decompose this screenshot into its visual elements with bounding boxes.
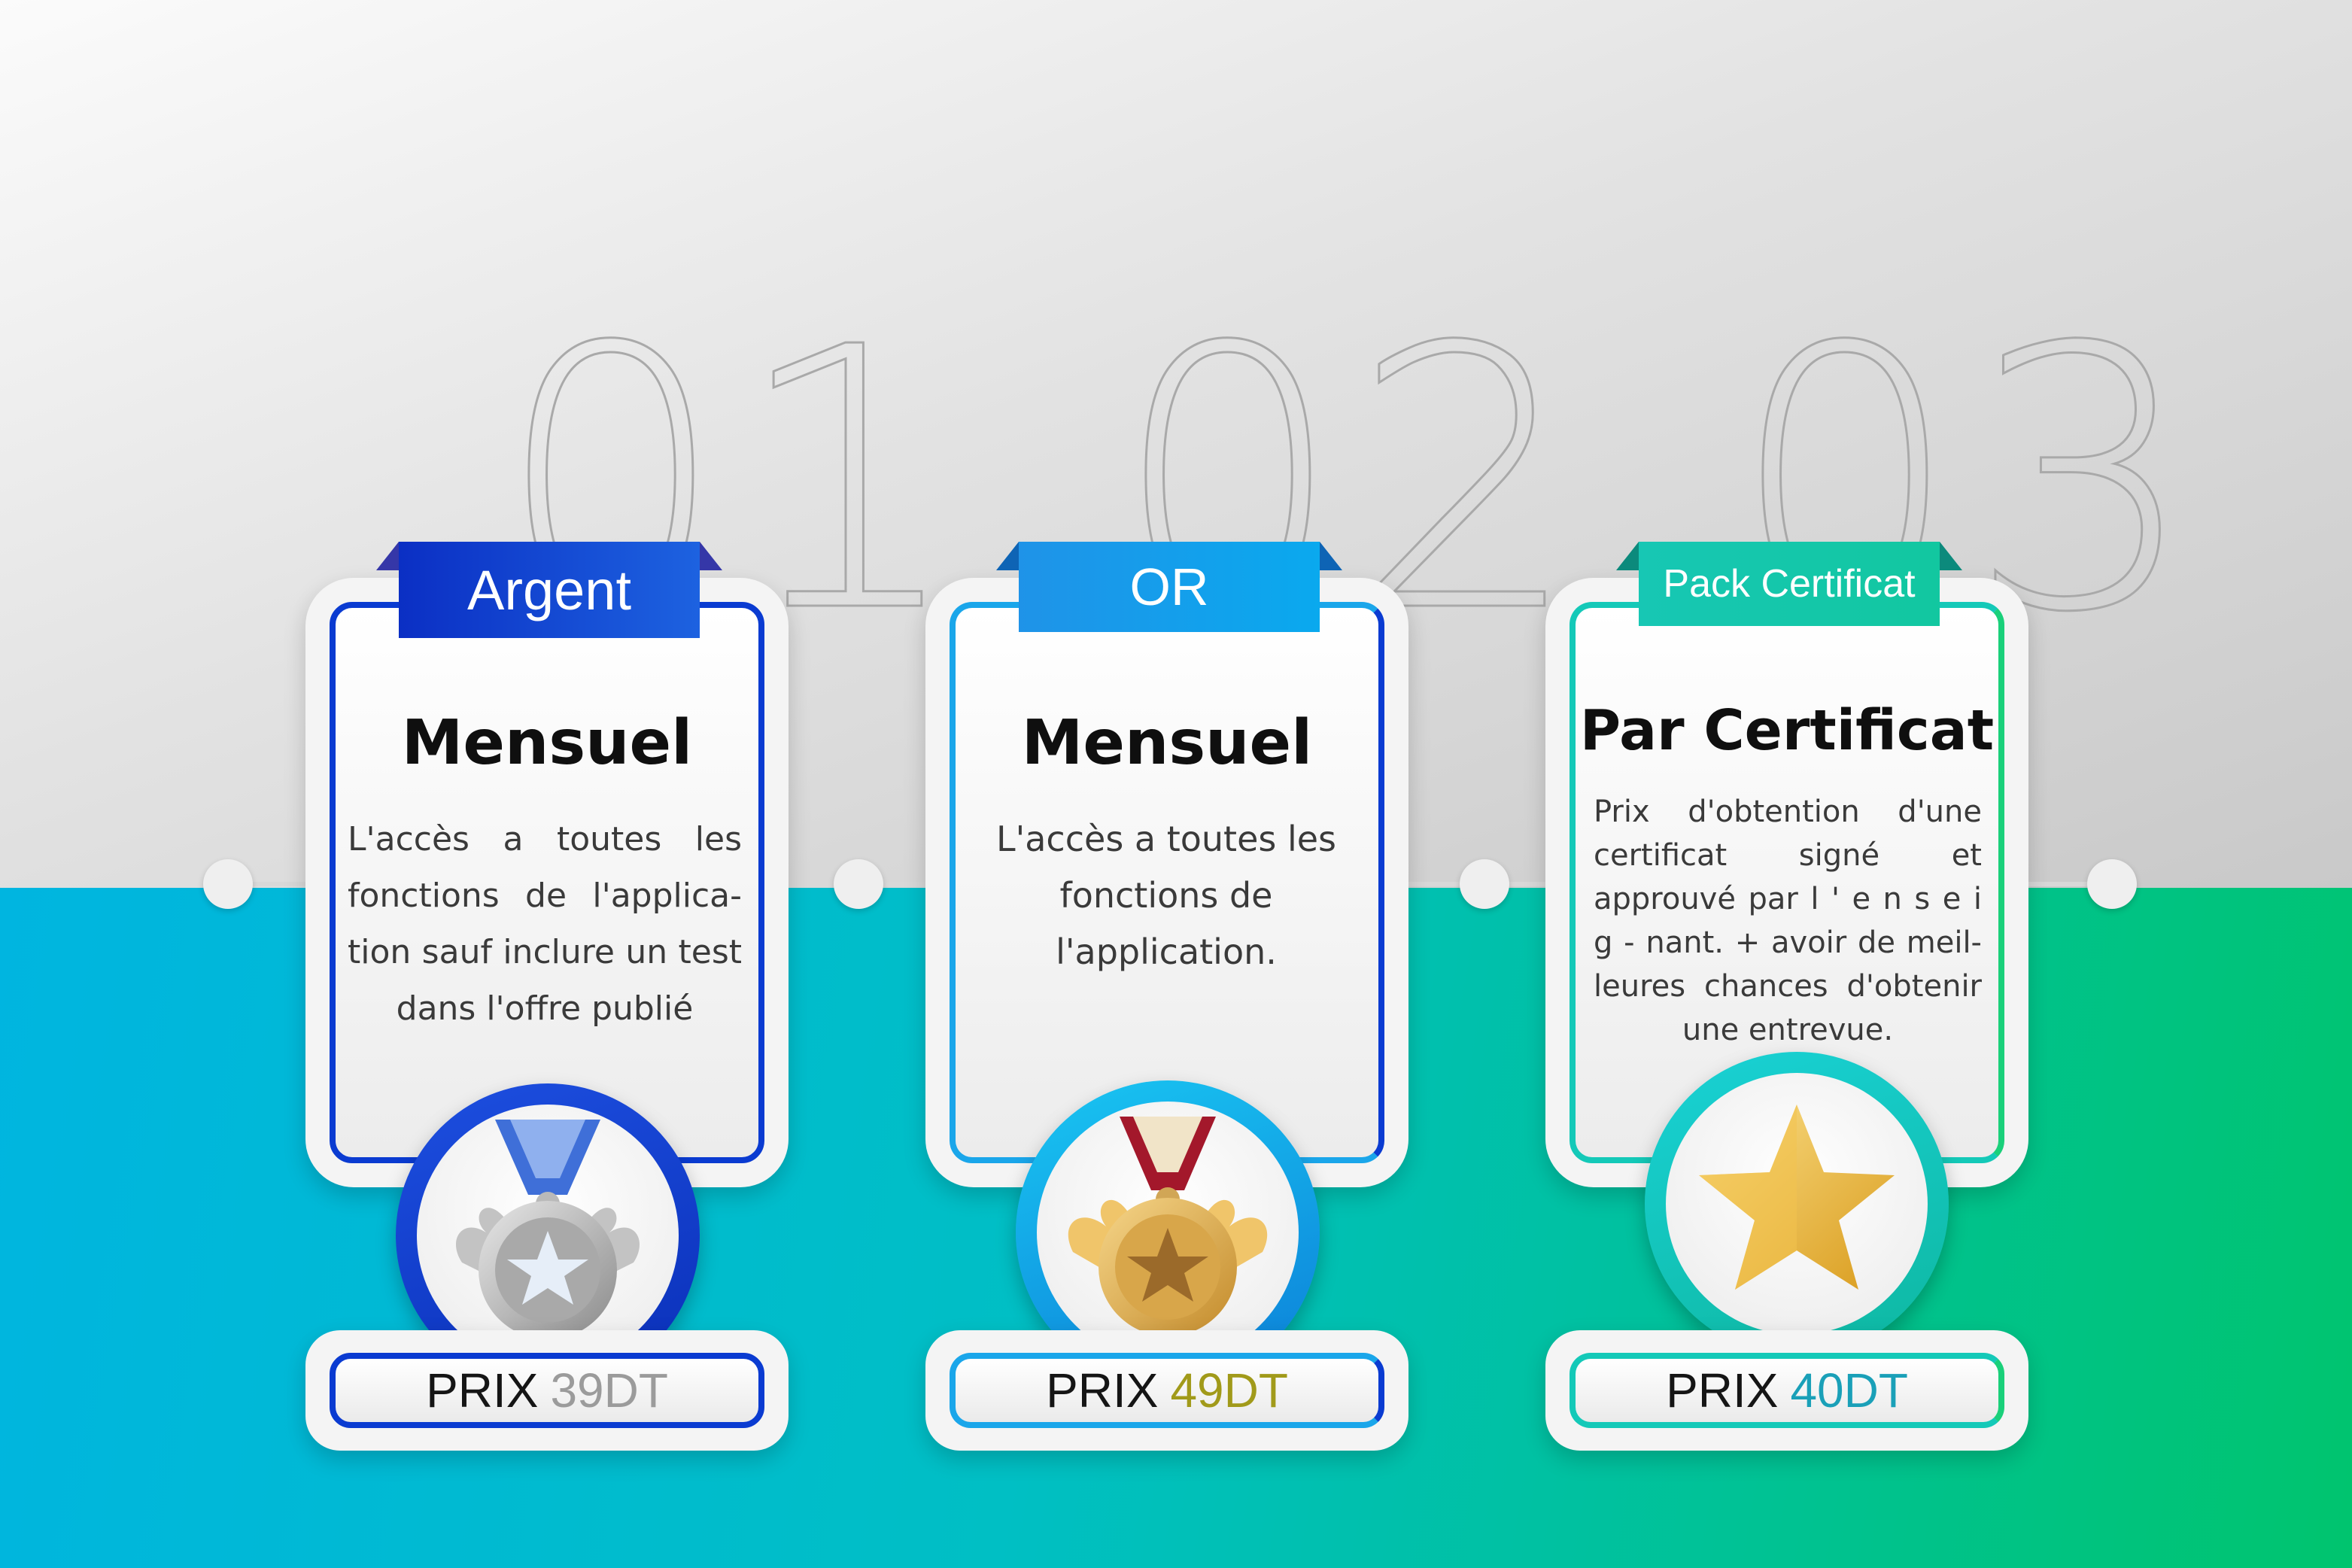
price-label: PRIX xyxy=(1046,1363,1159,1418)
timeline-dot xyxy=(834,859,883,909)
price-frame: PRIX 39DT xyxy=(330,1353,764,1428)
ribbon-or: OR xyxy=(996,542,1342,632)
ribbon-pack-certificat: Pack Certificat xyxy=(1616,542,1962,626)
price-box-or: PRIX 49DT xyxy=(925,1330,1408,1451)
silver-medal-icon xyxy=(455,1120,640,1339)
price-label: PRIX xyxy=(1666,1363,1779,1418)
plan-title: Mensuel xyxy=(1021,707,1313,779)
price-value: 39DT xyxy=(550,1363,668,1418)
timeline-dot xyxy=(2087,859,2137,909)
timeline-dot xyxy=(203,859,253,909)
price-box-certificat: PRIX 40DT xyxy=(1545,1330,2028,1451)
price-frame: PRIX 49DT xyxy=(950,1353,1384,1428)
plan-description: L'accès a toutes les fonctions de l'appl… xyxy=(348,820,742,1028)
plan-title: Par Certificat xyxy=(1579,698,1995,763)
price-label: PRIX xyxy=(426,1363,539,1418)
gold-star-icon xyxy=(1699,1105,1895,1290)
price-frame: PRIX 40DT xyxy=(1570,1353,2004,1428)
plan-description: Prix d'obtention d'une certificat signé … xyxy=(1594,795,1982,1047)
price-value: 49DT xyxy=(1170,1363,1288,1418)
ribbon-argent: Argent xyxy=(376,542,722,638)
plan-title: Mensuel xyxy=(401,707,693,779)
timeline-dot xyxy=(1460,859,1509,909)
medal-badge xyxy=(1645,1052,1949,1356)
price-value: 40DT xyxy=(1790,1363,1908,1418)
plan-description: L'accès a toutes les fonctions de l'appl… xyxy=(995,819,1337,972)
price-box-argent: PRIX 39DT xyxy=(305,1330,789,1451)
gold-medal-icon xyxy=(1068,1117,1268,1336)
